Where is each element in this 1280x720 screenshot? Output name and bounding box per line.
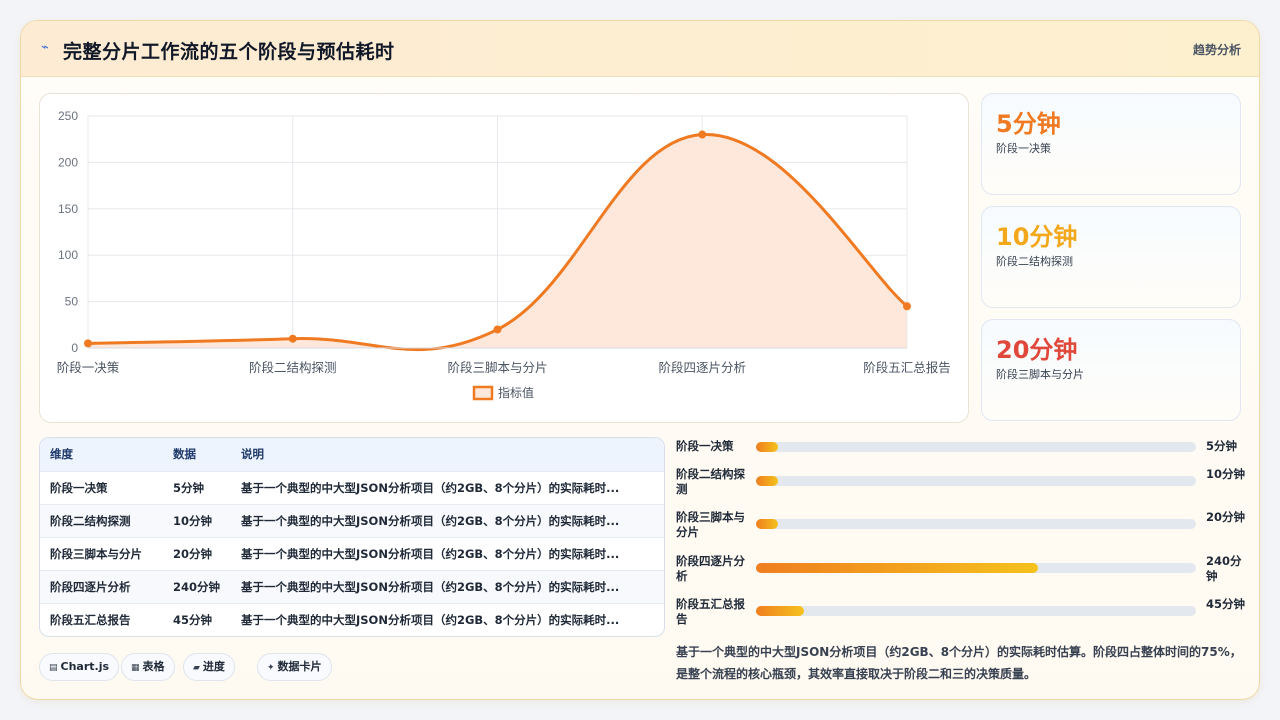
progress-label: 阶段五汇总报告 [676, 597, 745, 626]
table-cell: 240分钟 [173, 579, 221, 594]
progress-row: 阶段五汇总报告 45分钟 [676, 597, 1246, 631]
page-title: 完整分片工作流的五个阶段与预估耗时 [63, 41, 395, 63]
table-cell: 阶段四逐片分析 [50, 579, 131, 594]
table-cell: 45分钟 [173, 612, 213, 627]
progress-track [756, 442, 1196, 452]
data-table: 维度 数据 说明 阶段一决策 5分钟 基于一个典型的中大型JSON分析项目（约2… [39, 437, 665, 637]
legend-label: 指标值 [498, 385, 534, 400]
dashboard-card: ⌁ 完整分片工作流的五个阶段与预估耗时 趋势分析 0 50 100 150 200 250… [20, 20, 1260, 700]
table-cell: 5分钟 [173, 480, 205, 495]
x-tick-label: 阶段五汇总报告 [863, 360, 951, 375]
progress-label: 阶段四逐片分析 [676, 554, 745, 583]
y-tick-label: 50 [65, 295, 79, 309]
x-tick-label: 阶段一决策 [57, 360, 120, 375]
table-cell: 基于一个典型的中大型JSON分析项目（约2GB、8个分片）的实际耗时... [241, 579, 620, 594]
progress-fill [756, 606, 805, 616]
table-cell: 阶段三脚本与分片 [50, 546, 142, 561]
stat-label: 阶段二结构探测 [996, 255, 1073, 268]
summary-note: 基于一个典型的中大型JSON分析项目（约2GB、8个分片）的实际耗时估算。阶段四… [676, 645, 1242, 681]
progress-row: 阶段二结构探测 10分钟 [676, 467, 1246, 501]
data-point [288, 334, 297, 343]
chart-icon: ▤ [49, 663, 58, 673]
chip-label: Chart.js [60, 660, 110, 673]
chip-chartjs[interactable]: ▤ Chart.js [39, 653, 120, 681]
progress-value: 240分钟 [1206, 554, 1242, 583]
table-cell: 基于一个典型的中大型JSON分析项目（约2GB、8个分片）的实际耗时... [241, 612, 620, 627]
table-row: 阶段五汇总报告 45分钟 基于一个典型的中大型JSON分析项目（约2GB、8个分… [40, 603, 664, 636]
chip-data-card[interactable]: ✦ 数据卡片 [257, 653, 332, 681]
column-header: 维度 [50, 447, 73, 462]
progress-track [756, 563, 1196, 573]
progress-row: 阶段三脚本与分片 20分钟 [676, 510, 1246, 544]
chip-label: 表格 [142, 660, 165, 673]
progress-fill [756, 442, 778, 452]
table-cell: 阶段五汇总报告 [50, 612, 131, 627]
progress-label: 阶段一决策 [676, 439, 734, 453]
progress-fill [756, 476, 778, 486]
stat-value: 5分钟 [996, 110, 1061, 138]
y-tick-label: 100 [58, 248, 78, 262]
y-tick-label: 250 [58, 109, 78, 123]
stat-label: 阶段三脚本与分片 [996, 368, 1084, 381]
y-tick-label: 200 [58, 155, 78, 169]
table-icon: ▦ [131, 663, 140, 673]
progress-value: 45分钟 [1206, 597, 1246, 611]
progress-track [756, 606, 1196, 616]
progress-fill [756, 519, 778, 529]
column-header: 说明 [241, 447, 264, 462]
x-tick-label: 阶段三脚本与分片 [447, 360, 547, 375]
progress-row: 阶段四逐片分析 240分钟 [676, 554, 1246, 588]
column-header: 数据 [173, 447, 196, 462]
stat-card-1: 5分钟 阶段一决策 [981, 93, 1241, 195]
progress-label: 阶段二结构探测 [676, 467, 745, 496]
progress-value: 20分钟 [1206, 510, 1246, 524]
stat-card-2: 10分钟 阶段二结构探测 [981, 206, 1241, 308]
table-row: 阶段四逐片分析 240分钟 基于一个典型的中大型JSON分析项目（约2GB、8个… [40, 570, 664, 603]
progress-fill [756, 563, 1038, 573]
data-point [698, 130, 707, 139]
progress-label: 阶段三脚本与分片 [676, 510, 745, 539]
progress-track [756, 476, 1196, 486]
y-tick-label: 150 [58, 202, 78, 216]
table-row: 阶段三脚本与分片 20分钟 基于一个典型的中大型JSON分析项目（约2GB、8个… [40, 537, 664, 570]
stat-card-3: 20分钟 阶段三脚本与分片 [981, 319, 1241, 421]
area-chart: 0 50 100 150 200 250 阶段一决策 阶段二结构探测 阶段三脚本与分片 阶段四逐片… [57, 109, 951, 401]
data-point [903, 302, 911, 311]
chip-label: 数据卡片 [277, 660, 322, 673]
table-cell: 10分钟 [173, 513, 213, 528]
data-point [493, 325, 502, 334]
x-tick-label: 阶段四逐片分析 [658, 360, 746, 375]
chip-label: 进度 [202, 660, 225, 673]
table-cell: 阶段一决策 [50, 480, 108, 495]
table-cell: 20分钟 [173, 546, 213, 561]
table-cell: 阶段二结构探测 [50, 513, 131, 528]
table-row: 阶段一决策 5分钟 基于一个典型的中大型JSON分析项目（约2GB、8个分片）的… [40, 471, 664, 504]
stat-value: 10分钟 [996, 223, 1078, 251]
bolt-icon: ⌁ [41, 40, 49, 55]
trend-analysis-tag[interactable]: 趋势分析 [1193, 41, 1241, 58]
stat-value: 20分钟 [996, 336, 1078, 364]
chip-progress[interactable]: ▰ 进度 [183, 653, 235, 681]
progress-value: 5分钟 [1206, 439, 1238, 453]
table-header-row: 维度 数据 说明 [40, 438, 664, 471]
table-cell: 基于一个典型的中大型JSON分析项目（约2GB、8个分片）的实际耗时... [241, 513, 620, 528]
table-cell: 基于一个典型的中大型JSON分析项目（约2GB、8个分片）的实际耗时... [241, 480, 620, 495]
progress-track [756, 519, 1196, 529]
card-icon: ✦ [267, 663, 275, 673]
data-point [84, 339, 92, 348]
table-row: 阶段二结构探测 10分钟 基于一个典型的中大型JSON分析项目（约2GB、8个分… [40, 504, 664, 537]
legend-swatch [472, 385, 494, 401]
card-header: ⌁ 完整分片工作流的五个阶段与预估耗时 趋势分析 [21, 21, 1259, 77]
progress-value: 10分钟 [1206, 467, 1246, 481]
y-tick-label: 0 [71, 341, 78, 355]
x-tick-label: 阶段二结构探测 [249, 360, 337, 375]
progress-icon: ▰ [193, 663, 200, 673]
chip-table[interactable]: ▦ 表格 [121, 653, 175, 681]
chart-panel: 0 50 100 150 200 250 阶段一决策 阶段二结构探测 阶段三脚本与分片 阶段四逐片… [39, 93, 969, 423]
stat-label: 阶段一决策 [996, 142, 1051, 155]
table-cell: 基于一个典型的中大型JSON分析项目（约2GB、8个分片）的实际耗时... [241, 546, 620, 561]
